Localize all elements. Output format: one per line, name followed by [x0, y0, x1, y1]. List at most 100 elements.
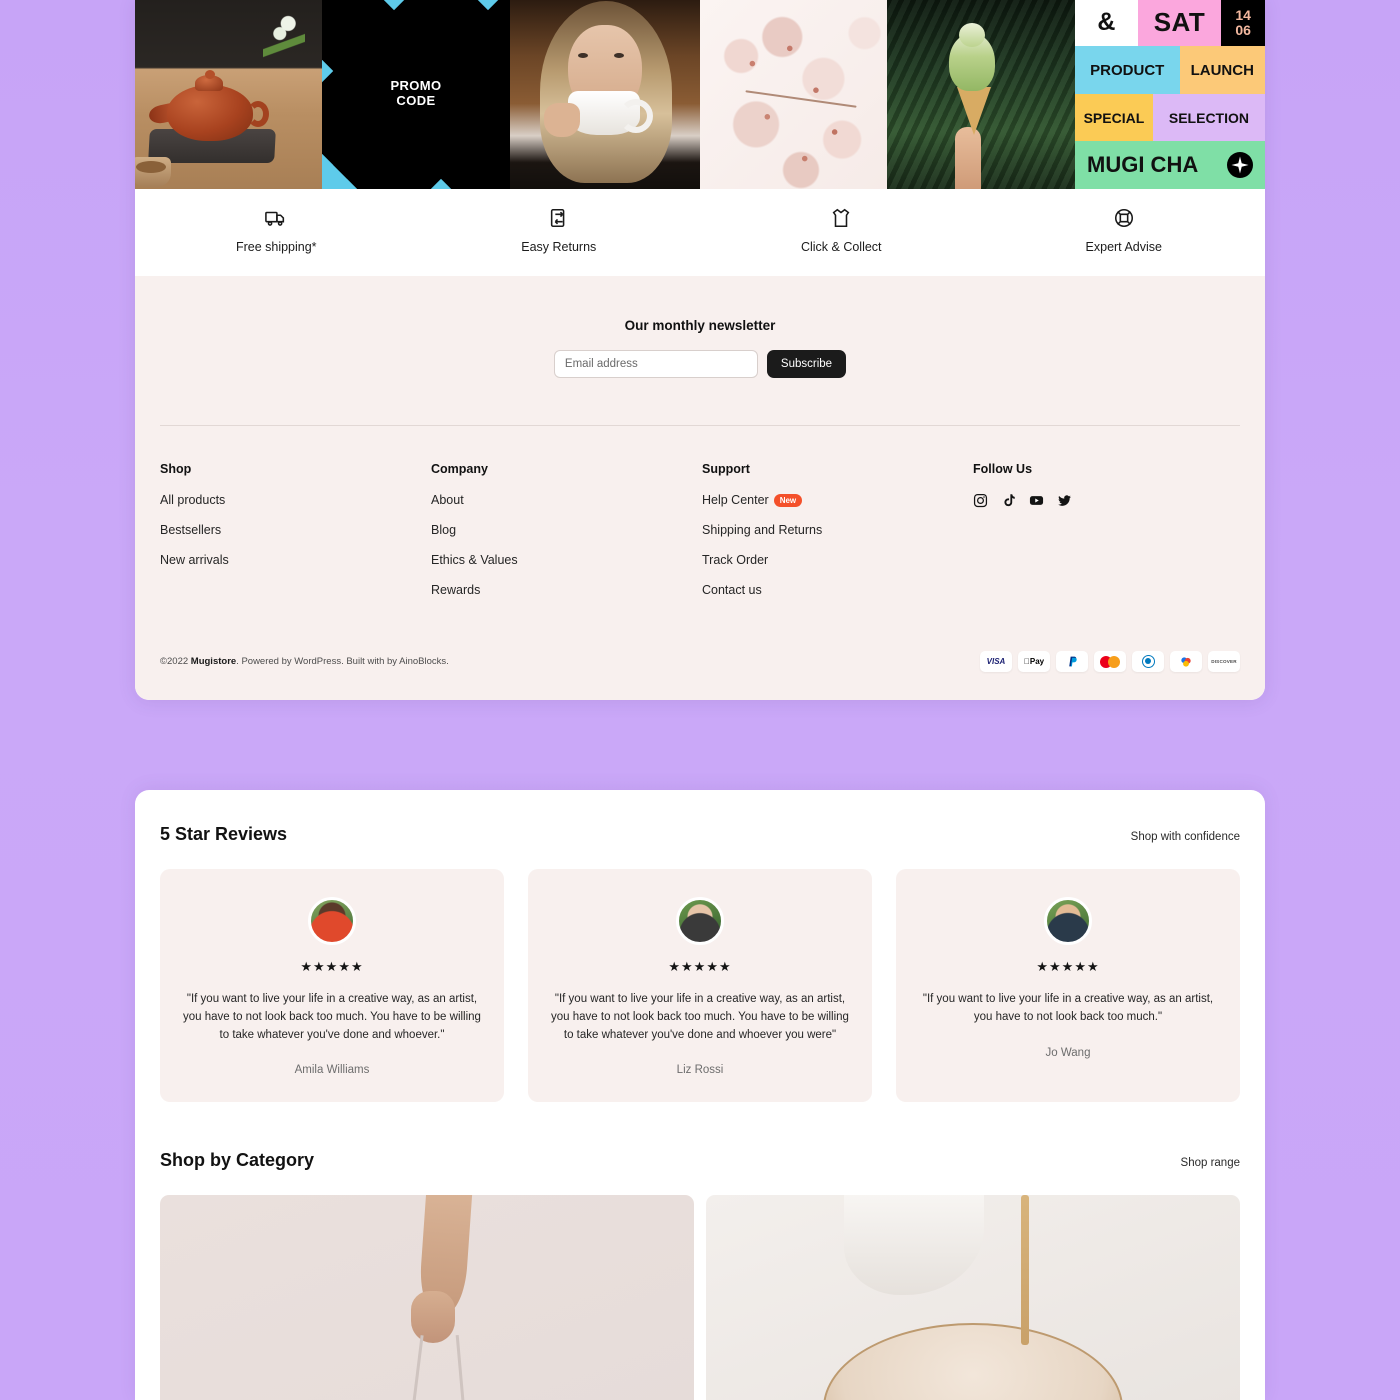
- feature-easy-returns[interactable]: Easy Returns: [418, 207, 701, 254]
- copyright-suffix: . Powered by WordPress. Built with by Ai…: [236, 656, 449, 668]
- grid-ampersand: &: [1075, 0, 1138, 46]
- truck-icon: [265, 207, 287, 229]
- column-heading: Shop: [160, 462, 192, 476]
- tiktok-icon[interactable]: [1001, 493, 1016, 508]
- footer-link-rewards[interactable]: Rewards: [431, 583, 702, 597]
- feature-expert-advise[interactable]: Expert Advise: [983, 207, 1266, 254]
- review-author: Amila Williams: [294, 1064, 370, 1077]
- rating-stars: ★★★★★: [1036, 959, 1100, 974]
- grid-date-month: 06: [1235, 21, 1251, 38]
- footer-column-company: Company About Blog Ethics & Values Rewar…: [431, 462, 702, 613]
- avatar: [1044, 897, 1092, 945]
- footer-link-bestsellers[interactable]: Bestsellers: [160, 523, 431, 537]
- footer-link-shipping-returns[interactable]: Shipping and Returns: [702, 523, 973, 537]
- grid-selection: SELECTION: [1152, 94, 1265, 141]
- review-quote: "If you want to live your life in a crea…: [922, 993, 1214, 1023]
- discover-icon: DISCOVER: [1208, 651, 1240, 673]
- payment-methods: VISA Pay DISCOVER: [980, 651, 1240, 673]
- shop-range-link[interactable]: Shop range: [1181, 1157, 1240, 1169]
- review-author: Liz Rossi: [676, 1064, 724, 1077]
- review-card: ★★★★★ "If you want to live your life in …: [896, 869, 1240, 1103]
- copyright-text: ©2022 Mugistore. Powered by WordPress. B…: [160, 656, 449, 667]
- reviews-header: 5 Star Reviews Shop with confidence: [135, 790, 1265, 845]
- main-panel: 5 Star Reviews Shop with confidence ★★★★…: [135, 790, 1265, 1400]
- grid-product: PRODUCT: [1075, 46, 1180, 94]
- banner-grid-promo[interactable]: & SAT 14 06 PRODUCT LAUNCH SPECIAL SELEC…: [1075, 0, 1265, 189]
- grid-date-day: 14: [1235, 6, 1251, 23]
- category-card-bag[interactable]: [160, 1195, 694, 1400]
- banner-image-teapot[interactable]: [135, 0, 322, 189]
- footer-bottom: ©2022 Mugistore. Powered by WordPress. B…: [135, 613, 1265, 700]
- review-card: ★★★★★ "If you want to live your life in …: [528, 869, 872, 1103]
- banner-image-cherry-blossom[interactable]: [700, 0, 887, 189]
- visa-label: VISA: [986, 657, 1006, 667]
- promo-line-2: CODE: [396, 93, 436, 108]
- returns-icon: [548, 207, 570, 229]
- reviews-title: 5 Star Reviews: [160, 824, 288, 844]
- grid-launch: LAUNCH: [1179, 46, 1265, 94]
- feature-label: Easy Returns: [521, 240, 597, 254]
- instagram-icon[interactable]: [973, 493, 988, 508]
- apple-pay-label: Pay: [1024, 657, 1044, 667]
- footer-column-support: Support Help Center New Shipping and Retu…: [702, 462, 973, 613]
- sparkle-icon: [1227, 152, 1253, 178]
- email-input[interactable]: [553, 350, 758, 378]
- footer-link-columns: Shop All products Bestsellers New arriva…: [135, 426, 1265, 613]
- footer-link-ethics-values[interactable]: Ethics & Values: [431, 553, 702, 567]
- paypal-icon: [1056, 651, 1088, 673]
- youtube-icon[interactable]: [1029, 493, 1044, 508]
- review-quote: "If you want to live your life in a crea…: [183, 993, 481, 1041]
- footer-column-shop: Shop All products Bestsellers New arriva…: [160, 462, 431, 613]
- lifebuoy-icon: [1113, 207, 1135, 229]
- flower-decoration: [263, 5, 305, 89]
- feature-free-shipping[interactable]: Free shipping*: [135, 207, 418, 254]
- copyright-brand: Mugistore: [190, 656, 237, 668]
- footer-panel: PROMO CODE & SAT 14 06 PRODUCT LAUNCH SP…: [135, 0, 1265, 701]
- newsletter-form: Subscribe: [135, 350, 1265, 378]
- category-card-pouring-tea[interactable]: [706, 1195, 1240, 1400]
- features-bar: Free shipping* Easy Returns Click & Coll…: [135, 189, 1265, 276]
- category-grid: [135, 1171, 1265, 1400]
- column-heading: Support: [702, 462, 750, 476]
- tshirt-icon: [830, 207, 852, 229]
- column-heading: Company: [431, 462, 488, 476]
- feature-click-collect[interactable]: Click & Collect: [700, 207, 983, 254]
- grid-brand: MUGI CHA: [1075, 141, 1265, 189]
- banner-image-matcha-icecream[interactable]: [887, 0, 1075, 189]
- footer-link-contact-us[interactable]: Contact us: [702, 583, 973, 597]
- new-badge: New: [773, 494, 803, 508]
- copyright-prefix: ©2022: [160, 656, 191, 668]
- footer-link-about[interactable]: About: [431, 493, 702, 507]
- shop-with-confidence-link[interactable]: Shop with confidence: [1131, 831, 1240, 843]
- category-title: Shop by Category: [160, 1150, 315, 1171]
- promo-code-label: PROMO CODE: [322, 78, 510, 109]
- category-header: Shop by Category Shop range: [135, 1102, 1265, 1171]
- footer-link-blog[interactable]: Blog: [431, 523, 702, 537]
- footer-link-all-products[interactable]: All products: [160, 493, 431, 507]
- review-quote: "If you want to live your life in a crea…: [551, 993, 849, 1041]
- banner-promo-code[interactable]: PROMO CODE: [322, 0, 510, 189]
- visa-icon: VISA: [980, 651, 1012, 673]
- feature-label: Expert Advise: [1085, 240, 1162, 254]
- grid-date: 14 06: [1221, 0, 1265, 46]
- mastercard-icon: [1094, 651, 1126, 673]
- discover-color-icon: [1170, 651, 1202, 673]
- footer-link-new-arrivals[interactable]: New arrivals: [160, 553, 431, 567]
- footer-link-help-center[interactable]: Help Center New: [702, 493, 973, 508]
- reviews-list: ★★★★★ "If you want to live your life in …: [135, 845, 1265, 1103]
- avatar: [676, 897, 724, 945]
- social-links: [973, 493, 1072, 508]
- banner-image-woman-drinking[interactable]: [510, 0, 700, 189]
- avatar: [308, 897, 356, 945]
- twitter-icon[interactable]: [1057, 493, 1072, 508]
- rating-stars: ★★★★★: [668, 959, 732, 974]
- footer-body: Our monthly newsletter Subscribe Shop Al…: [135, 276, 1265, 701]
- rating-stars: ★★★★★: [300, 959, 364, 974]
- footer-link-track-order[interactable]: Track Order: [702, 553, 973, 567]
- grid-special: SPECIAL: [1075, 94, 1153, 141]
- promo-line-1: PROMO: [390, 78, 442, 94]
- grid-brand-label: MUGI CHA: [1087, 152, 1199, 177]
- promo-banner: PROMO CODE & SAT 14 06 PRODUCT LAUNCH SP…: [135, 0, 1265, 189]
- footer-column-follow: Follow Us: [973, 462, 1072, 613]
- subscribe-button[interactable]: Subscribe: [766, 350, 847, 378]
